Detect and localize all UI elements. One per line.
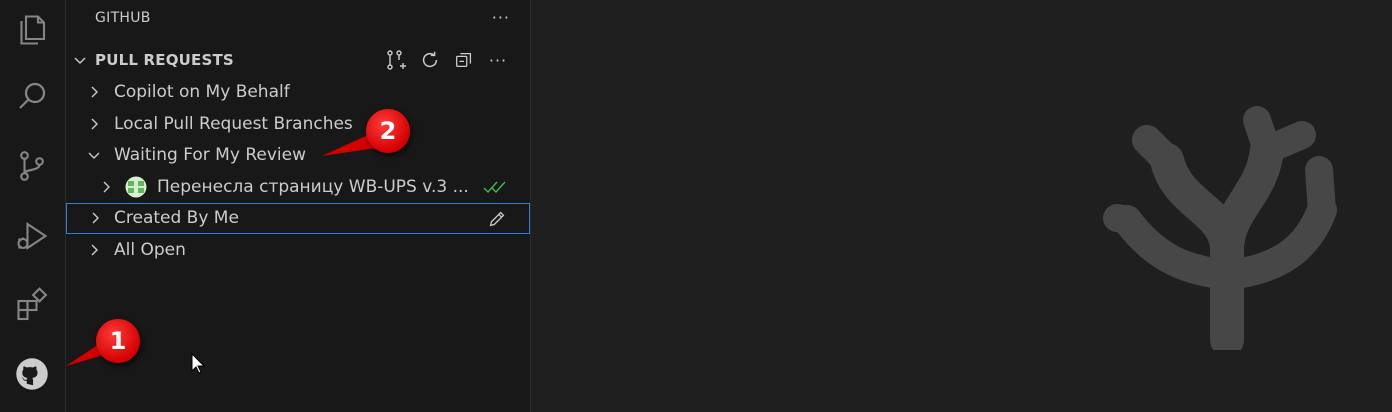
source-control-icon[interactable] [10, 144, 54, 188]
sidebar-more-icon[interactable]: ··· [492, 8, 510, 27]
section-actions: ··· [384, 48, 510, 72]
edit-icon[interactable] [486, 208, 508, 230]
chevron-right-icon [103, 181, 110, 193]
tree-item-waiting-for-my-review[interactable]: Waiting For My Review [66, 140, 530, 171]
chevron-right-icon [91, 244, 98, 256]
chevron-down-icon [74, 57, 86, 64]
activity-bar [0, 0, 66, 412]
mouse-cursor-icon [191, 352, 206, 374]
pull-requests-section-header[interactable]: PULL REQUESTS ··· [66, 46, 530, 74]
tree-item-label: Local Pull Request Branches [114, 114, 353, 134]
tree-item-label: Created By Me [114, 208, 239, 228]
tree-item-label: Перенесла страницу WB-UPS v.3 ... [157, 177, 469, 197]
tree-item-label: Waiting For My Review [114, 145, 306, 165]
tree-item-created-by-me[interactable]: Created By Me [66, 203, 530, 234]
chevron-down-icon [88, 152, 100, 159]
run-debug-icon[interactable] [10, 214, 54, 258]
sidebar-title: GITHUB [95, 10, 151, 26]
more-icon[interactable]: ··· [486, 48, 510, 72]
search-icon[interactable] [10, 74, 54, 118]
annotation-badge-2: 2 [366, 109, 410, 153]
approved-check-icon [483, 181, 506, 194]
refresh-icon[interactable] [418, 48, 442, 72]
github-icon[interactable] [10, 352, 54, 396]
tree-item-label: Copilot on My Behalf [114, 82, 290, 102]
explorer-icon[interactable] [10, 8, 54, 52]
tree-item-copilot-on-my-behalf[interactable]: Copilot on My Behalf [66, 77, 530, 108]
chevron-right-icon [91, 86, 98, 98]
pull-request-avatar-icon [125, 176, 147, 198]
extensions-icon[interactable] [10, 282, 54, 326]
section-label: PULL REQUESTS [95, 51, 234, 69]
create-pull-request-icon[interactable] [384, 48, 408, 72]
tree-item-pull-request[interactable]: Перенесла страницу WB-UPS v.3 ... [66, 172, 530, 203]
vscode-watermark-logo [1103, 106, 1337, 350]
tree-item-label: All Open [114, 240, 186, 260]
tree-item-local-pull-request-branches[interactable]: Local Pull Request Branches [66, 109, 530, 140]
editor-area [531, 0, 1392, 412]
annotation-badge-1: 1 [96, 319, 140, 363]
tree-item-all-open[interactable]: All Open [66, 235, 530, 266]
collapse-all-icon[interactable] [452, 48, 476, 72]
chevron-right-icon [92, 212, 99, 224]
chevron-right-icon [91, 118, 98, 130]
